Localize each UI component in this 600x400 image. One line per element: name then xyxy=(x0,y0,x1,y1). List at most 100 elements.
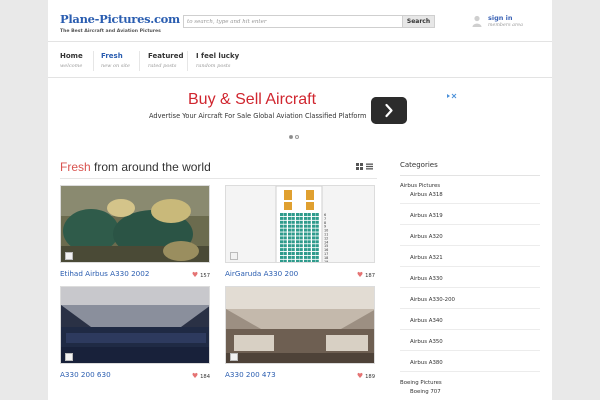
seat-mark xyxy=(291,259,295,262)
category-item[interactable]: Airbus A330 xyxy=(410,276,443,282)
search-input[interactable]: to search, type and hit enter xyxy=(183,15,403,28)
nav-featured[interactable]: Featured rated posts xyxy=(148,52,184,69)
seat-mark xyxy=(315,255,319,259)
post-title[interactable]: AirGaruda A330 200 xyxy=(225,269,298,278)
category-divider xyxy=(400,266,540,267)
seat-mark xyxy=(299,259,303,262)
post-likes[interactable]: ♥ 189 xyxy=(357,372,375,380)
nav-separator xyxy=(139,51,140,71)
seat-mark xyxy=(288,224,292,228)
post-likes[interactable]: ♥ 184 xyxy=(192,372,210,380)
seat-mark xyxy=(299,244,303,248)
ad-dot[interactable] xyxy=(289,135,293,139)
post-image[interactable] xyxy=(60,185,210,263)
seat-mark xyxy=(307,255,311,259)
image-icon xyxy=(65,252,73,260)
seat-mark xyxy=(304,259,308,262)
category-item[interactable]: Airbus A340 xyxy=(410,318,443,324)
ad-next-arrow-icon[interactable] xyxy=(371,97,407,124)
seat-mark xyxy=(280,240,284,244)
seat-mark xyxy=(291,213,295,216)
post-title[interactable]: Etihad Airbus A330 2002 xyxy=(60,269,149,278)
nav-fresh[interactable]: Fresh new on site xyxy=(101,52,130,69)
post-image[interactable] xyxy=(60,286,210,364)
site-logo[interactable]: Plane-Pictures.com xyxy=(60,12,180,26)
section-title-rest: from around the world xyxy=(90,160,211,174)
seat-mark xyxy=(312,255,316,259)
category-group-airbus[interactable]: Airbus Pictures xyxy=(400,183,440,189)
seat-mark xyxy=(304,228,308,232)
seat-mark xyxy=(312,213,316,216)
seat-mark xyxy=(296,213,300,216)
nav-sub: new on site xyxy=(101,63,131,69)
nav-label: Home xyxy=(60,52,83,60)
seat-mark xyxy=(296,255,300,259)
category-item[interactable]: Airbus A320 xyxy=(410,234,443,240)
nav-home[interactable]: Home welcome xyxy=(60,52,83,69)
category-divider xyxy=(400,308,540,309)
category-item[interactable]: Airbus A380 xyxy=(410,360,443,366)
nav-divider-bottom xyxy=(48,77,552,78)
ad-text[interactable]: Advertise Your Aircraft For Sale Global … xyxy=(149,112,366,120)
ad-dot[interactable] xyxy=(295,135,299,139)
post-title[interactable]: A330 200 473 xyxy=(225,370,276,379)
seat-mark xyxy=(307,232,311,236)
grid-view-icon[interactable] xyxy=(356,163,363,170)
seat-mark xyxy=(312,240,316,244)
seat-mark xyxy=(312,228,316,232)
post-image[interactable]: 6 7 8 9 10 11 12 14 15 16 17 18 19 xyxy=(225,185,375,263)
nav-lucky[interactable]: I feel lucky random posts xyxy=(196,52,239,69)
seat-mark xyxy=(291,228,295,232)
categories-heading: Categories xyxy=(400,161,438,169)
seat-mark xyxy=(280,216,284,220)
category-item[interactable]: Airbus A318 xyxy=(410,192,443,198)
seat-mark xyxy=(299,224,303,228)
seat-row-label: 19 xyxy=(324,260,328,263)
seat-mark xyxy=(307,216,311,220)
seat-mark xyxy=(288,244,292,248)
seat-mark xyxy=(315,240,319,244)
category-item[interactable]: Boeing 707 xyxy=(410,389,441,395)
nav-divider-top xyxy=(48,41,552,42)
seat-mark xyxy=(291,252,295,255)
seat-mark xyxy=(283,216,287,220)
list-view-icon[interactable] xyxy=(366,163,373,170)
seat-mark xyxy=(283,224,287,228)
seat-mark xyxy=(299,252,303,255)
category-item[interactable]: Airbus A321 xyxy=(410,255,443,261)
ad-title[interactable]: Buy & Sell Aircraft xyxy=(188,91,316,109)
post-likes[interactable]: ♥ 187 xyxy=(357,271,375,279)
ad-banner[interactable]: Buy & Sell Aircraft Advertise Your Aircr… xyxy=(48,82,552,139)
seat-mark xyxy=(288,216,292,220)
site-tagline: The Best Aircraft and Aviation Pictures xyxy=(60,29,161,34)
seat-mark xyxy=(283,228,287,232)
seat-mark xyxy=(312,220,316,224)
post-likes[interactable]: ♥ 157 xyxy=(192,271,210,279)
seat-mark xyxy=(291,232,295,236)
seat-mark xyxy=(307,244,311,248)
seat-mark xyxy=(315,259,319,262)
seat-map: 6789101112141516171819 xyxy=(226,186,374,263)
seat-mark xyxy=(283,232,287,236)
image-icon xyxy=(230,252,238,260)
post-image[interactable] xyxy=(225,286,375,364)
category-item[interactable]: Airbus A350 xyxy=(410,339,443,345)
nav-separator xyxy=(93,51,94,71)
seat-mark xyxy=(288,213,292,216)
post-title[interactable]: A330 200 630 xyxy=(60,370,111,379)
seat-mark xyxy=(283,220,287,224)
seat-mark xyxy=(280,224,284,228)
signin-link[interactable]: sign in xyxy=(488,14,513,22)
search-button[interactable]: Search xyxy=(402,15,435,28)
likes-count: 189 xyxy=(365,374,375,380)
seat-mark xyxy=(312,252,316,255)
seat-mark xyxy=(291,240,295,244)
adchoices-icon[interactable] xyxy=(446,93,457,99)
category-group-boeing[interactable]: Boeing Pictures xyxy=(400,380,442,386)
seat-mark xyxy=(283,236,287,240)
category-item[interactable]: Airbus A319 xyxy=(410,213,443,219)
user-icon[interactable] xyxy=(472,15,482,27)
seat-mark xyxy=(291,255,295,259)
category-divider xyxy=(400,245,540,246)
category-item[interactable]: Airbus A330-200 xyxy=(410,297,455,303)
